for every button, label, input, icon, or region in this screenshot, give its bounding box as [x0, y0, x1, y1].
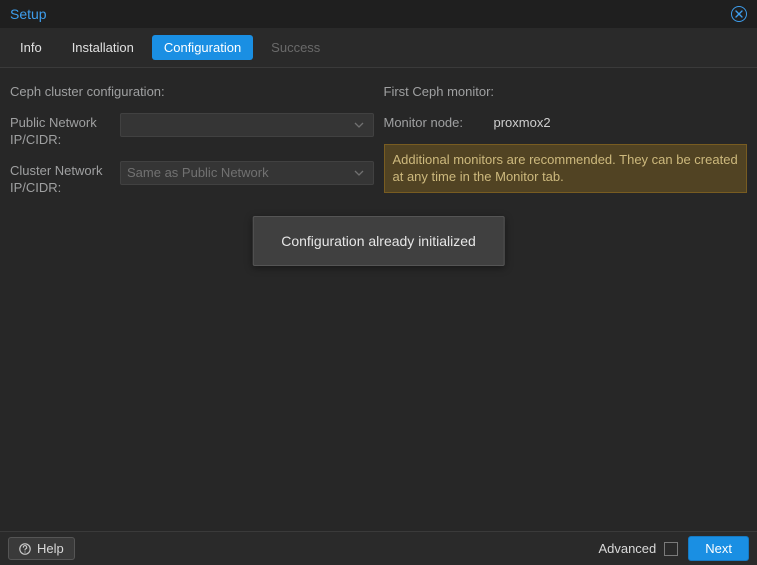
tab-configuration[interactable]: Configuration: [152, 35, 253, 60]
help-icon: [19, 543, 31, 555]
wizard-tabs: Info Installation Configuration Success: [0, 28, 757, 68]
advanced-toggle: Advanced: [598, 541, 678, 556]
public-network-combo[interactable]: [120, 113, 374, 137]
dialog-body: Ceph cluster configuration: Public Netwo…: [0, 68, 757, 531]
help-label: Help: [37, 541, 64, 556]
chevron-down-icon: [351, 114, 367, 136]
help-button[interactable]: Help: [8, 537, 75, 560]
dialog-footer: Help Advanced Next: [0, 531, 757, 565]
right-heading: First Ceph monitor:: [384, 84, 748, 99]
chevron-down-icon: [351, 162, 367, 184]
status-toast: Configuration already initialized: [252, 216, 505, 266]
cluster-network-label: Cluster Network IP/CIDR:: [10, 161, 110, 197]
tab-info[interactable]: Info: [8, 35, 54, 60]
monitor-node-value: proxmox2: [494, 113, 551, 130]
left-column: Ceph cluster configuration: Public Netwo…: [10, 84, 374, 521]
monitor-node-field: Monitor node: proxmox2: [384, 113, 748, 132]
right-column: First Ceph monitor: Monitor node: proxmo…: [384, 84, 748, 521]
public-network-field: Public Network IP/CIDR:: [10, 113, 374, 149]
cluster-network-combo[interactable]: Same as Public Network: [120, 161, 374, 185]
public-network-label: Public Network IP/CIDR:: [10, 113, 110, 149]
close-icon[interactable]: [731, 6, 747, 22]
monitor-warning: Additional monitors are recommended. The…: [384, 144, 748, 193]
left-heading: Ceph cluster configuration:: [10, 84, 374, 99]
next-button[interactable]: Next: [688, 536, 749, 561]
advanced-checkbox[interactable]: [664, 542, 678, 556]
advanced-label: Advanced: [598, 541, 656, 556]
titlebar: Setup: [0, 0, 757, 28]
tab-success: Success: [259, 35, 332, 60]
tab-installation[interactable]: Installation: [60, 35, 146, 60]
monitor-node-label: Monitor node:: [384, 113, 484, 132]
cluster-network-field: Cluster Network IP/CIDR: Same as Public …: [10, 161, 374, 197]
dialog-title: Setup: [10, 6, 47, 22]
cluster-network-placeholder: Same as Public Network: [127, 165, 351, 180]
